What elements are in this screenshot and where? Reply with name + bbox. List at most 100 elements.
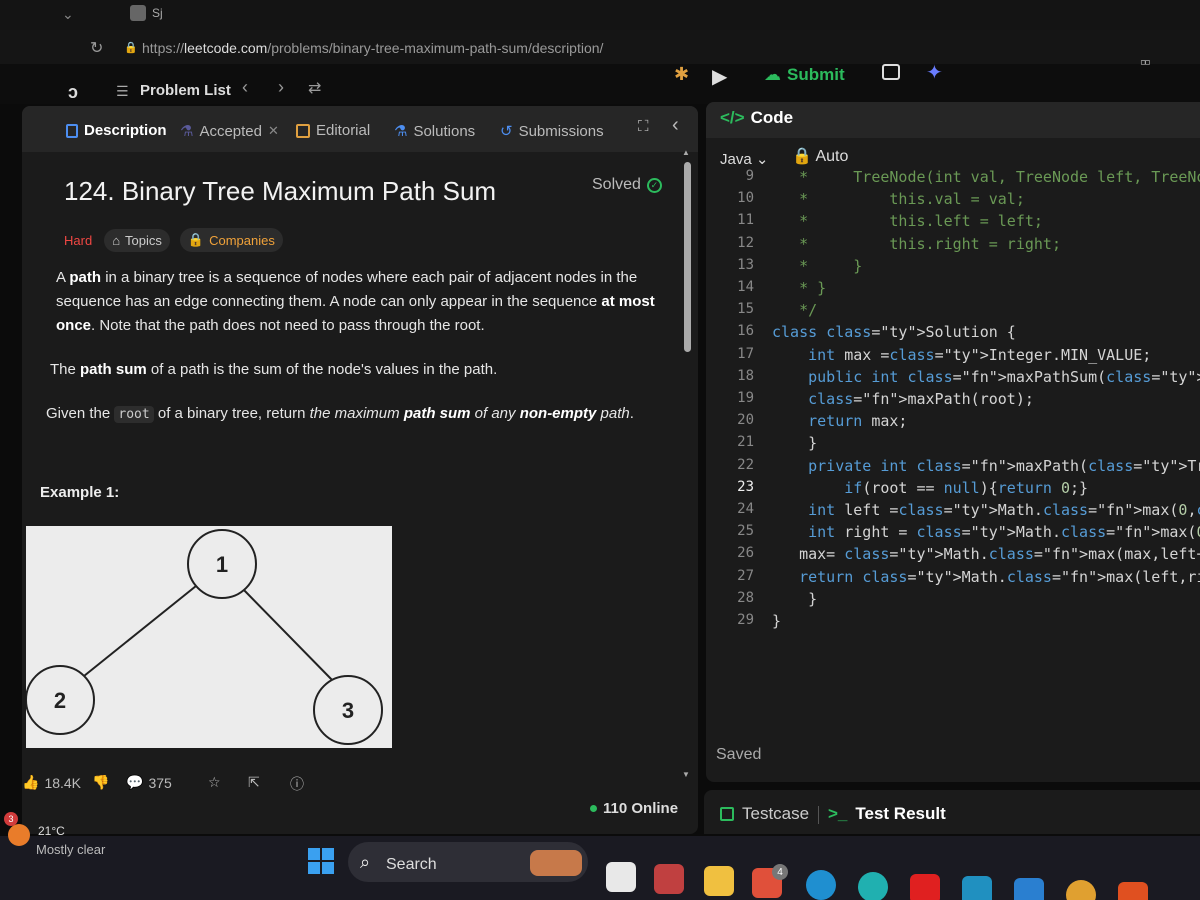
file-explorer-icon[interactable] xyxy=(704,866,734,896)
code-line[interactable]: 17 int max =class="ty">Integer.MIN_VALUE… xyxy=(706,346,1200,368)
tab-divider xyxy=(818,806,819,824)
line-number: 18 xyxy=(737,367,754,384)
code-line[interactable]: 25 int right = class="ty">Math.class="fn… xyxy=(706,523,1200,545)
book-icon xyxy=(296,123,310,138)
app-icon[interactable] xyxy=(962,876,992,900)
sparkle-icon[interactable]: ✦ xyxy=(926,60,943,85)
dislike-button[interactable]: 👎 xyxy=(92,774,109,791)
search-icon: ⌕ xyxy=(360,852,371,872)
help-button[interactable]: ⓘ xyxy=(290,774,304,794)
code-title: </> Code xyxy=(720,108,794,127)
scrollbar-thumb[interactable] xyxy=(684,162,691,352)
share-button[interactable]: ⇱ xyxy=(248,774,260,791)
lock-icon: 🔒 xyxy=(792,148,812,165)
layout-grid-icon[interactable]: ▫▫ xyxy=(1140,52,1151,73)
reload-icon[interactable]: ↻ xyxy=(90,38,103,58)
code-line[interactable]: 18 public int class="fn">maxPathSum(clas… xyxy=(706,368,1200,390)
topics-tag[interactable]: ⌂ Topics xyxy=(104,228,170,252)
description-paragraph-3: Given the root of a binary tree, return … xyxy=(46,405,634,423)
code-text: } xyxy=(772,434,818,453)
expand-icon[interactable]: ⛶ xyxy=(638,118,649,135)
lock-icon: 🔒 xyxy=(124,42,138,54)
address-bar: ↻ 🔒 https://leetcode.com/problems/binary… xyxy=(0,30,1200,64)
line-number: 27 xyxy=(737,567,754,584)
code-line[interactable]: 29} xyxy=(706,612,1200,634)
vscode-icon[interactable] xyxy=(1014,878,1044,900)
notification-badge: 3 xyxy=(4,812,18,826)
code-line[interactable]: 28 } xyxy=(706,590,1200,612)
tab-editorial[interactable]: Editorial xyxy=(296,122,370,139)
leetcode-logo-icon[interactable]: ↄ xyxy=(68,82,78,103)
code-line[interactable]: 10 * this.val = val; xyxy=(706,190,1200,212)
code-text: } xyxy=(772,612,782,630)
terminal-icon: >_ xyxy=(828,804,848,823)
comments-button[interactable]: 💬 375 xyxy=(126,774,172,791)
youtube-icon[interactable] xyxy=(910,874,940,900)
scroll-up-icon[interactable]: ▲ xyxy=(682,148,690,157)
chevron-down-icon[interactable]: ⌄ xyxy=(62,6,74,23)
code-line[interactable]: 27 return class="ty">Math.class="fn">max… xyxy=(706,568,1200,590)
tab-testcase[interactable]: Testcase xyxy=(720,804,809,824)
tree-node-label: 1 xyxy=(216,552,228,577)
favorite-button[interactable]: ☆ xyxy=(208,774,221,791)
notes-icon[interactable] xyxy=(882,64,900,80)
code-line[interactable]: 22 private int class="fn">maxPath(class=… xyxy=(706,457,1200,479)
url-field[interactable]: https://leetcode.com/problems/binary-tre… xyxy=(142,40,603,56)
run-icon[interactable]: ▶ xyxy=(712,64,727,89)
code-line[interactable]: 20 return max; xyxy=(706,412,1200,434)
code-line[interactable]: 26 max= class="ty">Math.class="fn">max(m… xyxy=(706,545,1200,567)
code-line[interactable]: 15 */ xyxy=(706,301,1200,323)
language-select[interactable]: Java ⌄ xyxy=(720,150,768,168)
tab-test-result[interactable]: >_ Test Result xyxy=(828,804,946,824)
tab-accepted[interactable]: ⚗ Accepted ✕ xyxy=(180,122,279,141)
tab-description[interactable]: Description xyxy=(66,122,167,139)
collapse-icon[interactable]: ‹ xyxy=(672,114,679,137)
chrome-icon[interactable] xyxy=(1066,880,1096,900)
next-problem-icon[interactable]: › xyxy=(278,77,284,98)
windows-start-icon[interactable] xyxy=(308,848,334,874)
submit-button[interactable]: ☁ Submit xyxy=(756,58,853,92)
code-line[interactable]: 16 class class="ty">Solution { xyxy=(706,323,1200,345)
code-line[interactable]: 14 * } xyxy=(706,279,1200,301)
code-line[interactable]: 21 } xyxy=(706,434,1200,456)
code-text: int max =class="ty">Integer.MIN_VALUE; xyxy=(808,345,1152,364)
line-number: 16 xyxy=(737,323,754,340)
browser-tab[interactable]: Sj xyxy=(152,6,163,20)
description-tabs: Description ⚗ Accepted ✕ Editorial ⚗ Soluti… xyxy=(22,106,698,152)
edge-icon[interactable] xyxy=(806,870,836,900)
code-text: * TreeNode(int val, TreeNode left, TreeN… xyxy=(772,168,1200,186)
code-line[interactable]: 24 int left =class="ty">Math.class="fn">… xyxy=(706,501,1200,523)
weather-icon[interactable] xyxy=(8,824,30,846)
debug-icon[interactable]: ✱ xyxy=(674,64,689,85)
close-icon[interactable]: ✕ xyxy=(268,123,279,139)
tab-solutions[interactable]: ⚗ Solutions xyxy=(394,122,475,141)
page-title[interactable]: 124. Binary Tree Maximum Path Sum xyxy=(64,176,496,207)
code-line[interactable]: 19 class="fn">maxPath(root); xyxy=(706,390,1200,412)
line-number: 24 xyxy=(737,501,754,517)
code-line[interactable]: 13 * } xyxy=(706,257,1200,279)
code-text: * } xyxy=(772,279,827,297)
code-line[interactable]: 23 if(root == null){return 0;} xyxy=(706,479,1200,501)
app-icon[interactable] xyxy=(858,872,888,900)
task-view-icon[interactable] xyxy=(606,862,636,892)
leetcode-nav: ↄ ☰ Problem List ‹ › ⇄ ✱ ▶ ☁ Submit ✦ ▫▫ xyxy=(0,52,1200,104)
code-editor[interactable]: 9 * TreeNode(int val, TreeNode left, Tre… xyxy=(706,168,1200,768)
code-text: max= class="ty">Math.class="fn">max(max,… xyxy=(772,545,1200,564)
code-text: public int class="fn">maxPathSum(class="… xyxy=(808,367,1200,386)
code-text: return max; xyxy=(808,412,908,431)
companies-tag[interactable]: 🔒 Companies xyxy=(179,228,283,252)
code-text: * this.left = left; xyxy=(772,212,1043,231)
code-text: */ xyxy=(772,301,818,320)
app-icon[interactable] xyxy=(654,864,684,894)
problem-list-link[interactable]: Problem List xyxy=(140,82,231,99)
code-text: return class="ty">Math.class="fn">max(le… xyxy=(799,567,1200,586)
tab-submissions[interactable]: ↺ Submissions xyxy=(500,122,604,141)
code-line[interactable]: 9 * TreeNode(int val, TreeNode left, Tre… xyxy=(706,168,1200,190)
prev-problem-icon[interactable]: ‹ xyxy=(242,77,248,98)
auto-mode-toggle[interactable]: 🔒 Auto xyxy=(792,146,848,166)
like-button[interactable]: 👍 18.4K xyxy=(22,774,81,791)
shuffle-icon[interactable]: ⇄ xyxy=(308,78,321,98)
intellij-icon[interactable] xyxy=(1118,882,1148,900)
code-line[interactable]: 11 * this.left = left; xyxy=(706,212,1200,234)
code-line[interactable]: 12 * this.right = right; xyxy=(706,235,1200,257)
